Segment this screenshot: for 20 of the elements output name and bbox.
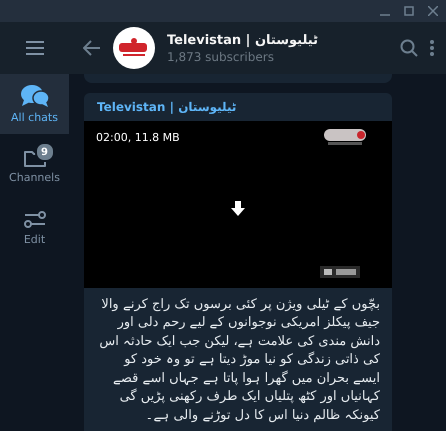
video-info: 02:00, 11.8 MB bbox=[96, 130, 180, 144]
more-options-icon[interactable] bbox=[430, 40, 434, 56]
channel-title: Televistan | ٹیلیوستان bbox=[167, 32, 319, 48]
menu-button[interactable] bbox=[0, 22, 69, 74]
message-text: بچّوں کے ٹیلی ویژن پر کئی برسوں تک راج کرنے والا جیف پیکلز امریکی نوجوانوں کے لیے رحم دلی اور دانش مندی کی علامت ہے، لیکن جب ایک حادثہ اس کی ذاتی زندگی کو نیا موڑ دیتا ہے تو وہ خود کو ایسے بحران میں گھرا ہوا پاتا ہے جہاں اسے قصے کہانیاں اور کٹھ پتلیاں ایک طرف رکھنی پڑیں گی کیونکہ ظالم دنیا اس کا دل توڑنے والی ہے۔ bbox=[98, 296, 381, 425]
folder-tab[interactable]: Edit bbox=[0, 198, 69, 258]
sliders-icon bbox=[22, 210, 46, 230]
maximize-icon[interactable] bbox=[404, 6, 414, 16]
subscriber-count: 1,873 subscribers bbox=[167, 50, 275, 64]
menu-icon bbox=[26, 41, 44, 55]
folder-icon bbox=[22, 148, 46, 168]
search-icon[interactable] bbox=[400, 39, 418, 57]
back-arrow-icon[interactable] bbox=[83, 40, 101, 56]
download-icon[interactable] bbox=[231, 200, 245, 217]
unread-badge: 9 bbox=[34, 142, 54, 162]
chat-bubbles-icon bbox=[20, 84, 50, 108]
folder-tab[interactable]: All chats bbox=[0, 74, 69, 134]
message-author: Televistan | ٹیلیوستان bbox=[96, 98, 238, 116]
close-icon[interactable] bbox=[428, 6, 438, 16]
folder-tab[interactable]: 9 Channels bbox=[0, 136, 69, 196]
